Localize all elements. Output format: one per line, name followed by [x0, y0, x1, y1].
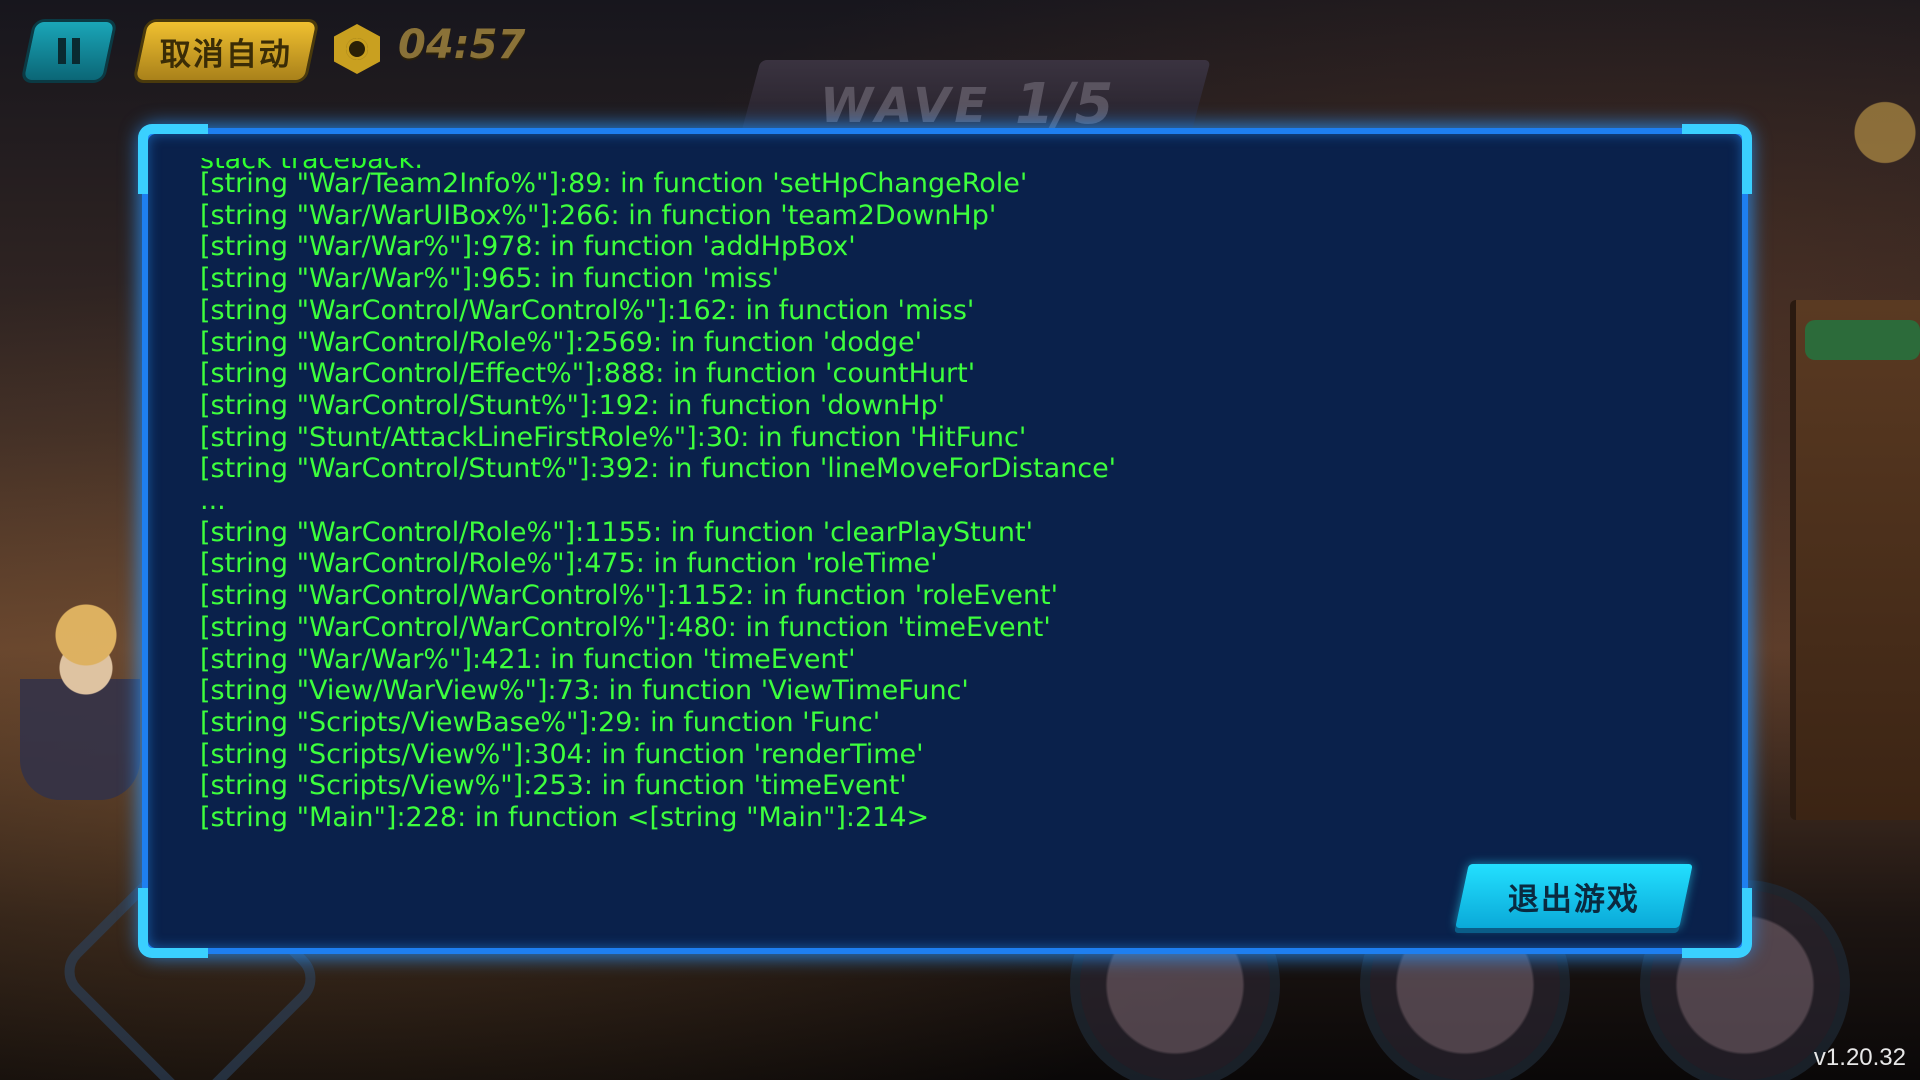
log-line: [string "WarControl/Role%"]:475: in func…	[200, 548, 938, 580]
stack-trace-log[interactable]: [string "War/Team2Info%"]:89: in functio…	[200, 168, 1500, 858]
wave-label: WAVE	[820, 78, 992, 134]
log-line: [string "Stunt/AttackLineFirstRole%"]:30…	[200, 421, 1027, 453]
clock-icon	[334, 24, 380, 74]
pause-button[interactable]	[23, 22, 115, 80]
hero-character-left	[20, 580, 140, 800]
cancel-auto-label: 取消自动	[160, 36, 292, 73]
dialog-corner	[1682, 888, 1752, 958]
log-line: [string "War/Team2Info%"]:89: in functio…	[200, 168, 1028, 199]
background-tower	[1790, 300, 1920, 820]
log-line: [string "WarControl/WarControl%"]:162: i…	[200, 294, 975, 326]
log-line: [string "WarControl/Role%"]:1155: in fun…	[200, 516, 1033, 548]
dialog-corner	[138, 124, 208, 194]
log-line: [string "WarControl/Stunt%"]:192: in fun…	[200, 389, 946, 421]
log-line: [string "WarControl/Role%"]:2569: in fun…	[200, 326, 923, 358]
log-line: [string "WarControl/WarControl%"]:1152: …	[200, 580, 1059, 612]
log-line: [string "War/WarUIBox%"]:266: in functio…	[200, 199, 997, 231]
log-line: [string "Scripts/View%"]:253: in functio…	[200, 770, 907, 802]
log-line: [string "WarControl/Stunt%"]:392: in fun…	[200, 453, 1117, 485]
log-line: [string "War/War%"]:421: in function 'ti…	[200, 643, 856, 675]
exit-game-button[interactable]: 退出游戏	[1455, 864, 1693, 928]
cancel-auto-button[interactable]: 取消自动	[135, 22, 317, 80]
log-line: [string "Scripts/ViewBase%"]:29: in func…	[200, 706, 881, 738]
game-stage: WAVE 1/5 取消自动 04:57 stack traceback: [st…	[0, 0, 1920, 1080]
battle-timer: 04:57	[398, 22, 526, 68]
log-line: [string "War/War%"]:965: in function 'mi…	[200, 263, 780, 295]
version-label: v1.20.32	[1813, 1044, 1906, 1071]
hero-character-right	[1850, 80, 1920, 230]
log-line: [string "War/War%"]:978: in function 'ad…	[200, 231, 856, 263]
exit-game-label: 退出游戏	[1508, 881, 1640, 918]
log-line: [string "Main"]:228: in function <[strin…	[200, 802, 930, 834]
dialog-corner	[1682, 124, 1752, 194]
dialog-corner	[138, 888, 208, 958]
pause-icon	[58, 38, 80, 64]
log-line-ellipsis: ...	[200, 485, 226, 517]
log-line: [string "Scripts/View%"]:304: in functio…	[200, 738, 924, 770]
log-line: [string "View/WarView%"]:73: in function…	[200, 675, 969, 707]
background-tower-top	[1805, 320, 1920, 360]
log-line: [string "WarControl/Effect%"]:888: in fu…	[200, 358, 976, 390]
log-line: [string "WarControl/WarControl%"]:480: i…	[200, 611, 1051, 643]
